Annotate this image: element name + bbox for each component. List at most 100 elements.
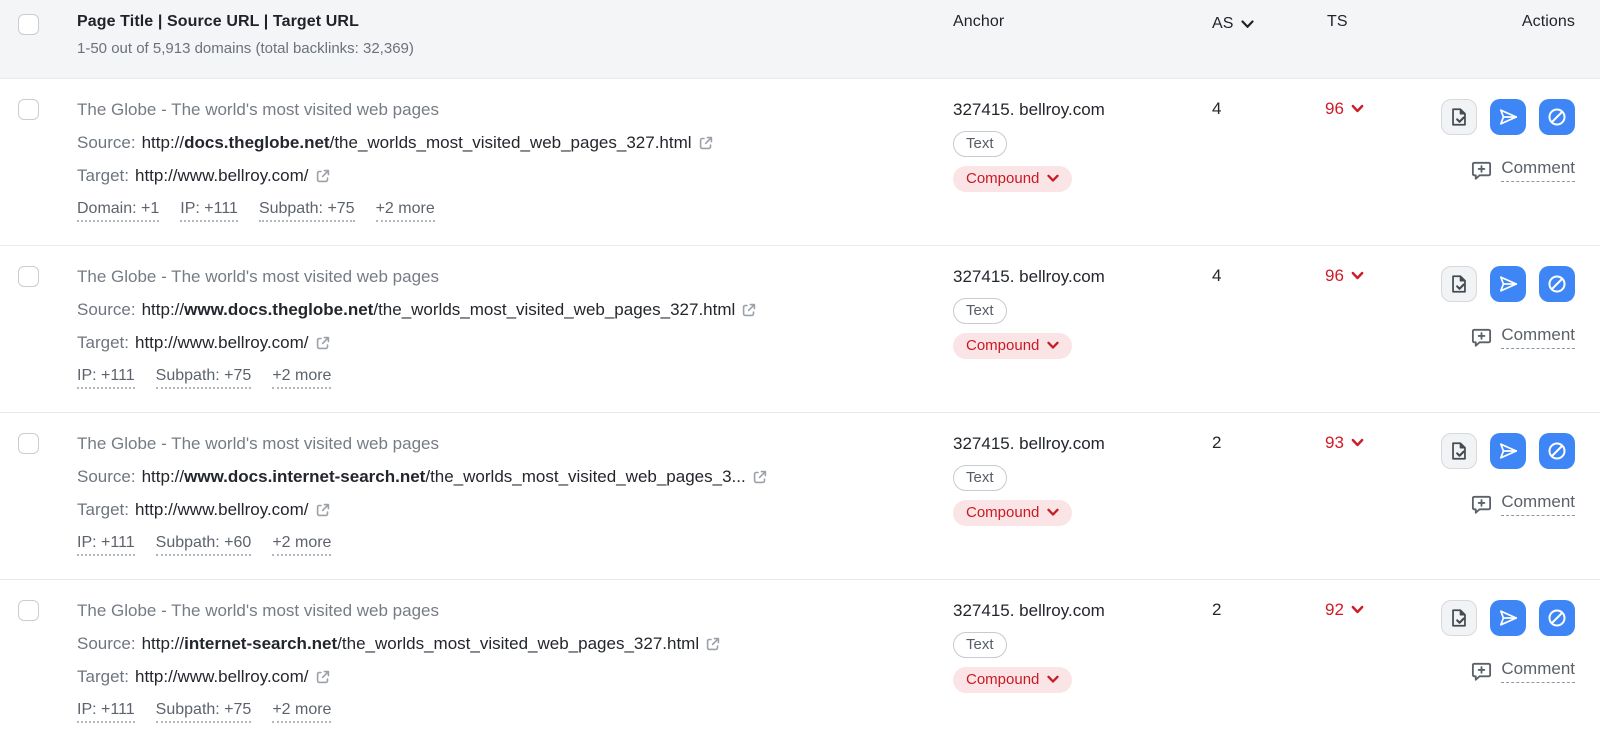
send-outreach-button[interactable] bbox=[1490, 433, 1526, 469]
report-button[interactable] bbox=[1441, 266, 1477, 302]
page-title: The Globe - The world's most visited web… bbox=[77, 266, 953, 288]
comment-button[interactable]: Comment bbox=[1410, 492, 1575, 516]
source-url: http://docs.theglobe.net/the_worlds_most… bbox=[142, 132, 692, 154]
filter-tag[interactable]: IP: +111 bbox=[77, 534, 135, 556]
filter-tag[interactable]: +2 more bbox=[272, 534, 331, 556]
disavow-button[interactable] bbox=[1539, 600, 1575, 636]
comment-plus-icon bbox=[1470, 159, 1493, 182]
as-value: 2 bbox=[1212, 600, 1221, 619]
document-check-icon bbox=[1448, 273, 1470, 295]
send-outreach-button[interactable] bbox=[1490, 600, 1526, 636]
filter-tag[interactable]: Subpath: +60 bbox=[156, 534, 252, 556]
row-checkbox[interactable] bbox=[18, 99, 39, 120]
external-link-icon[interactable] bbox=[752, 469, 768, 485]
document-check-icon bbox=[1448, 607, 1470, 629]
target-url-line: Target: http://www.bellroy.com/ bbox=[77, 666, 953, 688]
backlinks-table-body: The Globe - The world's most visited web… bbox=[0, 79, 1600, 743]
ts-value[interactable]: 96 bbox=[1325, 266, 1364, 286]
source-url-line: Source: http://docs.theglobe.net/the_wor… bbox=[77, 132, 953, 154]
results-count: 1-50 out of 5,913 domains (total backlin… bbox=[77, 40, 953, 57]
external-link-icon[interactable] bbox=[315, 502, 331, 518]
paper-plane-icon bbox=[1497, 440, 1519, 462]
target-url: http://www.bellroy.com/ bbox=[135, 332, 309, 354]
page-title: The Globe - The world's most visited web… bbox=[77, 433, 953, 455]
target-url: http://www.bellroy.com/ bbox=[135, 666, 309, 688]
comment-button[interactable]: Comment bbox=[1410, 325, 1575, 349]
filter-tag[interactable]: Domain: +1 bbox=[77, 200, 159, 222]
column-header-as-sort[interactable]: AS bbox=[1212, 15, 1254, 33]
table-row: The Globe - The world's most visited web… bbox=[0, 79, 1600, 246]
report-button[interactable] bbox=[1441, 99, 1477, 135]
document-check-icon bbox=[1448, 106, 1470, 128]
column-header-page-title: Page Title | Source URL | Target URL bbox=[77, 13, 953, 31]
chevron-down-icon bbox=[1351, 104, 1364, 114]
tag-list: IP: +111 Subpath: +75 +2 more bbox=[77, 701, 953, 723]
external-link-icon[interactable] bbox=[698, 135, 714, 151]
select-all-checkbox[interactable] bbox=[18, 14, 39, 35]
row-checkbox[interactable] bbox=[18, 600, 39, 621]
table-row: The Globe - The world's most visited web… bbox=[0, 580, 1600, 743]
send-outreach-button[interactable] bbox=[1490, 99, 1526, 135]
as-value: 2 bbox=[1212, 433, 1221, 452]
link-attribute-badge[interactable]: Compound bbox=[953, 667, 1072, 693]
filter-tag[interactable]: +2 more bbox=[376, 200, 435, 222]
external-link-icon[interactable] bbox=[705, 636, 721, 652]
block-icon bbox=[1546, 273, 1568, 295]
link-attribute-badge[interactable]: Compound bbox=[953, 166, 1072, 192]
block-icon bbox=[1546, 440, 1568, 462]
row-checkbox[interactable] bbox=[18, 433, 39, 454]
external-link-icon[interactable] bbox=[315, 168, 331, 184]
as-value: 4 bbox=[1212, 266, 1221, 285]
ts-value[interactable]: 92 bbox=[1325, 600, 1364, 620]
row-checkbox[interactable] bbox=[18, 266, 39, 287]
column-header-ts: TS bbox=[1327, 13, 1348, 30]
disavow-button[interactable] bbox=[1539, 266, 1575, 302]
chevron-down-icon bbox=[1351, 605, 1364, 615]
filter-tag[interactable]: IP: +111 bbox=[77, 367, 135, 389]
source-url: http://www.docs.internet-search.net/the_… bbox=[142, 466, 746, 488]
source-url: http://www.docs.theglobe.net/the_worlds_… bbox=[142, 299, 736, 321]
anchor-type-badge: Text bbox=[953, 632, 1007, 658]
tag-list: Domain: +1 IP: +111 Subpath: +75 +2 more bbox=[77, 200, 953, 222]
as-value: 4 bbox=[1212, 99, 1221, 118]
tag-list: IP: +111 Subpath: +60 +2 more bbox=[77, 534, 953, 556]
comment-button[interactable]: Comment bbox=[1410, 659, 1575, 683]
block-icon bbox=[1546, 106, 1568, 128]
target-label: Target: bbox=[77, 666, 129, 688]
filter-tag[interactable]: Subpath: +75 bbox=[156, 367, 252, 389]
chevron-down-icon bbox=[1047, 675, 1059, 684]
target-url-line: Target: http://www.bellroy.com/ bbox=[77, 165, 953, 187]
filter-tag[interactable]: +2 more bbox=[272, 367, 331, 389]
comment-button[interactable]: Comment bbox=[1410, 158, 1575, 182]
filter-tag[interactable]: IP: +111 bbox=[180, 200, 238, 222]
disavow-button[interactable] bbox=[1539, 99, 1575, 135]
target-url: http://www.bellroy.com/ bbox=[135, 165, 309, 187]
ts-value[interactable]: 96 bbox=[1325, 99, 1364, 119]
page-title: The Globe - The world's most visited web… bbox=[77, 99, 953, 121]
send-outreach-button[interactable] bbox=[1490, 266, 1526, 302]
document-check-icon bbox=[1448, 440, 1470, 462]
link-attribute-badge[interactable]: Compound bbox=[953, 333, 1072, 359]
anchor-type-badge: Text bbox=[953, 465, 1007, 491]
report-button[interactable] bbox=[1441, 433, 1477, 469]
column-header-actions: Actions bbox=[1522, 13, 1575, 30]
link-attribute-badge[interactable]: Compound bbox=[953, 500, 1072, 526]
disavow-button[interactable] bbox=[1539, 433, 1575, 469]
table-header: Page Title | Source URL | Target URL 1-5… bbox=[0, 0, 1600, 79]
table-row: The Globe - The world's most visited web… bbox=[0, 413, 1600, 580]
source-url-line: Source: http://internet-search.net/the_w… bbox=[77, 633, 953, 655]
anchor-text: 327415. bellroy.com bbox=[953, 600, 1195, 622]
filter-tag[interactable]: IP: +111 bbox=[77, 701, 135, 723]
external-link-icon[interactable] bbox=[315, 335, 331, 351]
report-button[interactable] bbox=[1441, 600, 1477, 636]
chevron-down-icon bbox=[1047, 341, 1059, 350]
paper-plane-icon bbox=[1497, 607, 1519, 629]
external-link-icon[interactable] bbox=[315, 669, 331, 685]
external-link-icon[interactable] bbox=[741, 302, 757, 318]
ts-value[interactable]: 93 bbox=[1325, 433, 1364, 453]
filter-tag[interactable]: +2 more bbox=[272, 701, 331, 723]
anchor-type-badge: Text bbox=[953, 131, 1007, 157]
sort-chevron-down-icon bbox=[1241, 20, 1254, 29]
filter-tag[interactable]: Subpath: +75 bbox=[259, 200, 355, 222]
filter-tag[interactable]: Subpath: +75 bbox=[156, 701, 252, 723]
